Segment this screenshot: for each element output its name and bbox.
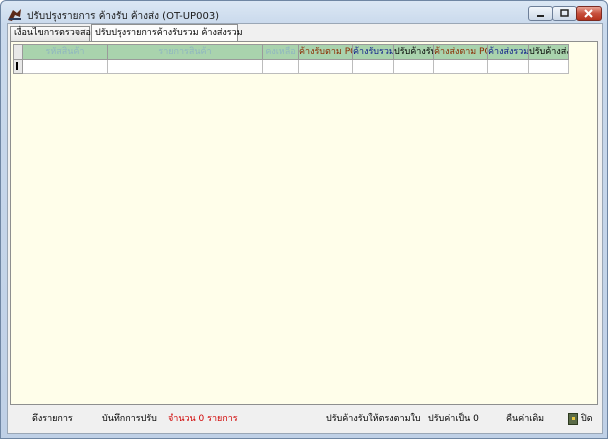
column-header-adjust-receive[interactable]: ปรับค้างรับ xyxy=(394,44,434,60)
grid-cell[interactable] xyxy=(299,60,353,74)
column-header-balance[interactable]: คงเหลือ xyxy=(263,44,299,60)
tab-adjust-pending[interactable]: ปรับปรุงรายการค้างรับรวม ค้างส่งรวม xyxy=(91,24,243,42)
save-adjust-button[interactable]: บันทึกการปรับ xyxy=(102,412,157,427)
exit-door-icon xyxy=(568,412,578,425)
adjust-by-document-button[interactable]: ปรับค้างรับให้ตรงตามใบ xyxy=(326,412,421,427)
grid-cell[interactable] xyxy=(394,60,434,74)
minimize-icon xyxy=(537,15,544,17)
grid-corner xyxy=(13,44,23,60)
tab-panel: รหัสสินค้า รายการสินค้า คงเหลือ ค้างรับต… xyxy=(10,41,598,405)
column-header-product-code[interactable]: รหัสสินค้า xyxy=(23,44,108,60)
set-zero-button[interactable]: ปรับค่าเป็น 0 xyxy=(428,412,479,427)
maximize-icon xyxy=(560,9,569,17)
close-button[interactable] xyxy=(576,6,602,21)
item-count-label: จำนวน 0 รายการ xyxy=(168,414,238,424)
window-title: ปรับปรุงรายการ ค้างรับ ค้างส่ง (OT-UP003… xyxy=(27,11,220,22)
column-header-pending-receive-po[interactable]: ค้างรับตาม PO xyxy=(299,44,353,60)
maximize-button[interactable] xyxy=(552,6,577,21)
close-icon xyxy=(584,9,593,18)
grid-cell[interactable] xyxy=(353,60,394,74)
grid-cell[interactable] xyxy=(263,60,299,74)
app-window: ปรับปรุงรายการ ค้างรับ ค้างส่ง (OT-UP003… xyxy=(0,0,608,439)
app-icon xyxy=(8,9,21,21)
column-header-pending-send-po[interactable]: ค้างส่งตาม PO xyxy=(434,44,488,60)
close-form-button[interactable]: ปิด xyxy=(568,412,593,427)
client-area: เงื่อนไขการตรวจสอบ ปรับปรุงรายการค้างรับ… xyxy=(7,23,603,434)
grid-cell[interactable] xyxy=(23,60,108,74)
row-selector[interactable] xyxy=(13,60,23,74)
data-grid[interactable]: รหัสสินค้า รายการสินค้า คงเหลือ ค้างรับต… xyxy=(13,44,569,74)
grid-cell[interactable] xyxy=(488,60,529,74)
column-header-pending-receive-total[interactable]: ค้างรับรวม xyxy=(353,44,394,60)
column-header-pending-send-total[interactable]: ค้างส่งรวม xyxy=(488,44,529,60)
column-header-adjust-send[interactable]: ปรับค้างส่ง xyxy=(529,44,569,60)
minimize-button[interactable] xyxy=(528,6,553,21)
grid-cell[interactable] xyxy=(108,60,263,74)
grid-cell[interactable] xyxy=(529,60,569,74)
column-header-product-name[interactable]: รายการสินค้า xyxy=(108,44,263,60)
load-items-button[interactable]: ดึงรายการ xyxy=(32,412,73,427)
grid-cell[interactable] xyxy=(434,60,488,74)
restore-button[interactable]: คืนค่าเดิม xyxy=(506,412,544,427)
close-form-label: ปิด xyxy=(581,414,593,424)
footer-toolbar: ดึงรายการ บันทึกการปรับ จำนวน 0 รายการ ป… xyxy=(10,408,598,431)
tab-check-conditions[interactable]: เงื่อนไขการตรวจสอบ xyxy=(10,26,97,41)
